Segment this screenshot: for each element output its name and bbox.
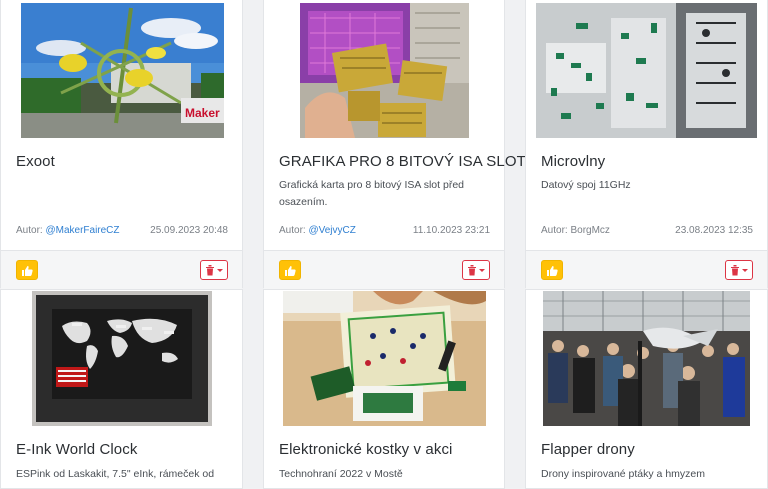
author-line: Autor: BorgMcz: [541, 225, 610, 236]
card-title[interactable]: Microvlny: [541, 153, 605, 170]
timestamp: 23.08.2023 12:35: [675, 225, 753, 236]
chevron-down-icon: [479, 268, 485, 272]
card-title[interactable]: Flapper drony: [541, 441, 635, 458]
timestamp: 11.10.2023 23:21: [412, 225, 490, 236]
card-image[interactable]: [300, 3, 469, 138]
trash-icon: [206, 264, 214, 275]
like-button[interactable]: [279, 260, 301, 280]
card-image[interactable]: [543, 291, 750, 426]
thumbs-up-icon: [22, 265, 33, 276]
card-description: Technohraní 2022 v Mostě: [279, 468, 403, 480]
gallery-card: Elektronické kostky v akci Technohraní 2…: [263, 289, 505, 489]
delete-dropdown-button[interactable]: [200, 260, 228, 280]
card-meta: Autor: @VejvyCZ 11.10.2023 23:21: [279, 225, 490, 236]
card-image[interactable]: [32, 291, 212, 426]
card-meta: Autor: BorgMcz 23.08.2023 12:35: [541, 225, 753, 236]
author-link[interactable]: @VejvyCZ: [308, 225, 355, 236]
author-prefix: Autor:: [541, 225, 568, 236]
card-title[interactable]: E-Ink World Clock: [16, 441, 137, 458]
gallery-card: E-Ink World Clock ESPink od Laskakit, 7.…: [0, 289, 243, 489]
author-prefix: Autor:: [279, 225, 306, 236]
card-image[interactable]: [536, 3, 757, 138]
card-image[interactable]: [283, 291, 486, 426]
like-button[interactable]: [16, 260, 38, 280]
card-footer: [264, 250, 504, 291]
gallery-card: Microvlny Datový spoj 11GHz Autor: BorgM…: [525, 0, 768, 291]
trash-icon: [468, 264, 476, 275]
card-description: ESPink od Laskakit, 7.5" eInk, rámeček o…: [16, 468, 215, 480]
card-footer: [526, 250, 767, 291]
gallery-card: Maker Exoot Autor: @MakerFaireCZ 25.09.2…: [0, 0, 243, 291]
card-title[interactable]: Elektronické kostky v akci: [279, 441, 453, 458]
card-meta: Autor: @MakerFaireCZ 25.09.2023 20:48: [16, 225, 228, 236]
timestamp: 25.09.2023 20:48: [150, 225, 228, 236]
thumbs-up-icon: [547, 265, 558, 276]
card-description: Datový spoj 11GHz: [541, 179, 631, 191]
card-description: Grafická karta pro 8 bitový ISA slot pře…: [279, 179, 465, 208]
author-line: Autor: @MakerFaireCZ: [16, 225, 120, 236]
thumbs-up-icon: [285, 265, 296, 276]
delete-dropdown-button[interactable]: [462, 260, 490, 280]
card-title[interactable]: Exoot: [16, 153, 55, 170]
card-footer: [1, 250, 242, 291]
chevron-down-icon: [217, 268, 223, 272]
chevron-down-icon: [742, 268, 748, 272]
author-prefix: Autor:: [16, 225, 43, 236]
delete-dropdown-button[interactable]: [725, 260, 753, 280]
card-image[interactable]: Maker: [21, 3, 224, 138]
author-link[interactable]: @MakerFaireCZ: [45, 225, 119, 236]
trash-icon: [731, 264, 739, 275]
gallery-card: Flapper drony Drony inspirované ptáky a …: [525, 289, 768, 489]
author-line: Autor: @VejvyCZ: [279, 225, 356, 236]
author-name: BorgMcz: [570, 225, 610, 236]
like-button[interactable]: [541, 260, 563, 280]
card-title[interactable]: GRAFIKA PRO 8 BITOVÝ ISA SLOT: [279, 153, 526, 170]
image-caption: Maker: [185, 106, 220, 120]
card-description: Drony inspirované ptáky a hmyzem: [541, 468, 705, 480]
gallery-card: GRAFIKA PRO 8 BITOVÝ ISA SLOT Grafická k…: [263, 0, 526, 291]
